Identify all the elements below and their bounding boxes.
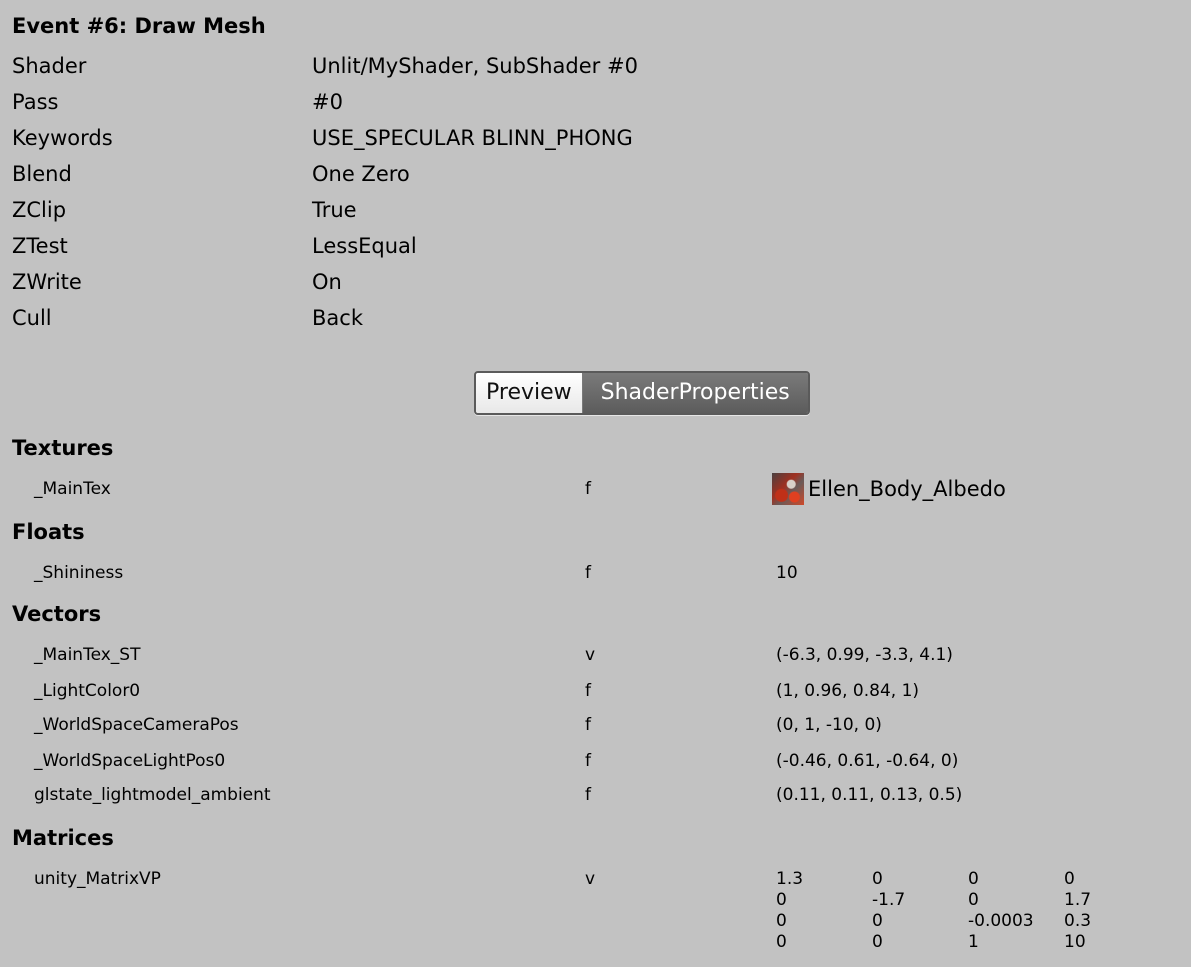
matrix-cell: 1.3 [776,869,804,889]
info-label: Cull [12,306,52,330]
property-name: _MainTex_ST [34,645,141,665]
property-value: (0.11, 0.11, 0.13, 0.5) [776,785,963,805]
tab-preview[interactable]: Preview [476,373,583,413]
property-name: glstate_lightmodel_ambient [34,785,271,805]
matrix-cell: 0 [872,869,883,889]
info-row-ztest: ZTest LessEqual [12,231,1112,261]
matrix-cell: 1 [968,932,979,952]
matrix-cell: 0 [872,911,883,931]
info-row-shader: Shader Unlit/MyShader, SubShader #0 [12,51,1112,81]
texture-value[interactable]: Ellen_Body_Albedo [772,473,1006,505]
info-label: Shader [12,54,87,78]
property-name: _WorldSpaceCameraPos [34,715,239,735]
property-row-maintex-st: _MainTex_ST v (-6.3, 0.99, -3.3, 4.1) [0,642,1191,668]
property-type: f [585,479,591,499]
matrix-cell: 0 [776,932,787,952]
matrix-row: 0 0 -0.0003 0.3 [776,911,1176,932]
matrix-cell: 0 [776,911,787,931]
property-type: f [585,715,591,735]
info-label: Keywords [12,126,113,150]
property-value: (1, 0.96, 0.84, 1) [776,681,920,701]
matrix-cell: 0 [1064,869,1075,889]
property-row-lightcolor0: _LightColor0 f (1, 0.96, 0.84, 1) [0,678,1191,704]
info-row-pass: Pass #0 [12,87,1112,117]
info-label: ZClip [12,198,67,222]
property-row-maintex: _MainTex f Ellen_Body_Albedo [0,473,1191,505]
matrix-cell: 10 [1064,932,1086,952]
matrix-row: 0 0 1 10 [776,932,1176,953]
info-value: One Zero [312,162,410,186]
info-value: Unlit/MyShader, SubShader #0 [312,54,638,78]
matrix-row: 0 -1.7 0 1.7 [776,890,1176,911]
matrix-cell: 0 [872,932,883,952]
section-heading-floats: Floats [12,520,85,544]
info-value: #0 [312,90,343,114]
texture-name: Ellen_Body_Albedo [808,477,1006,501]
info-row-zwrite: ZWrite On [12,267,1112,297]
matrix-cell: -0.0003 [968,911,1034,931]
info-value: True [312,198,357,222]
property-type: f [585,751,591,771]
property-type: f [585,563,591,583]
section-heading-textures: Textures [12,436,114,460]
info-row-zclip: ZClip True [12,195,1112,225]
matrix-value: 1.3 0 0 0 0 -1.7 0 1.7 0 0 -0.0003 0.3 0… [776,869,1176,953]
info-value: Back [312,306,363,330]
matrix-cell: 0 [968,869,979,889]
section-heading-vectors: Vectors [12,602,102,626]
matrix-cell: 0 [968,890,979,910]
info-value: USE_SPECULAR BLINN_PHONG [312,126,633,150]
matrix-cell: 1.7 [1064,890,1092,910]
property-name: _WorldSpaceLightPos0 [34,751,226,771]
property-name: _Shininess [34,563,124,583]
matrix-cell: 0 [776,890,787,910]
property-row-shininess: _Shininess f 10 [0,560,1191,586]
property-value: (-0.46, 0.61, -0.64, 0) [776,751,959,771]
view-tabs: Preview ShaderProperties [474,371,810,415]
property-name: unity_MatrixVP [34,869,161,889]
section-heading-matrices: Matrices [12,826,114,850]
matrix-row: 1.3 0 0 0 [776,869,1176,890]
property-type: f [585,785,591,805]
info-value: On [312,270,342,294]
property-value: (0, 1, -10, 0) [776,715,882,735]
event-title: Event #6: Draw Mesh [12,14,266,38]
matrix-cell: -1.7 [872,890,906,910]
info-row-blend: Blend One Zero [12,159,1112,189]
property-name: _LightColor0 [34,681,141,701]
texture-thumbnail-icon [772,473,804,505]
info-label: Pass [12,90,59,114]
info-label: ZTest [12,234,68,258]
info-row-keywords: Keywords USE_SPECULAR BLINN_PHONG [12,123,1112,153]
info-value: LessEqual [312,234,417,258]
property-type: f [585,681,591,701]
property-type: v [585,645,596,665]
property-type: v [585,869,596,889]
tab-shader-properties[interactable]: ShaderProperties [582,373,808,413]
info-label: Blend [12,162,72,186]
info-row-cull: Cull Back [12,303,1112,333]
info-label: ZWrite [12,270,82,294]
property-value: 10 [776,563,798,583]
property-row-worldspacelightpos0: _WorldSpaceLightPos0 f (-0.46, 0.61, -0.… [0,748,1191,774]
property-row-lightmodel-ambient: glstate_lightmodel_ambient f (0.11, 0.11… [0,782,1191,808]
matrix-cell: 0.3 [1064,911,1092,931]
property-value: (-6.3, 0.99, -3.3, 4.1) [776,645,953,665]
property-name: _MainTex [34,479,111,499]
property-row-worldspacecamerapos: _WorldSpaceCameraPos f (0, 1, -10, 0) [0,712,1191,738]
